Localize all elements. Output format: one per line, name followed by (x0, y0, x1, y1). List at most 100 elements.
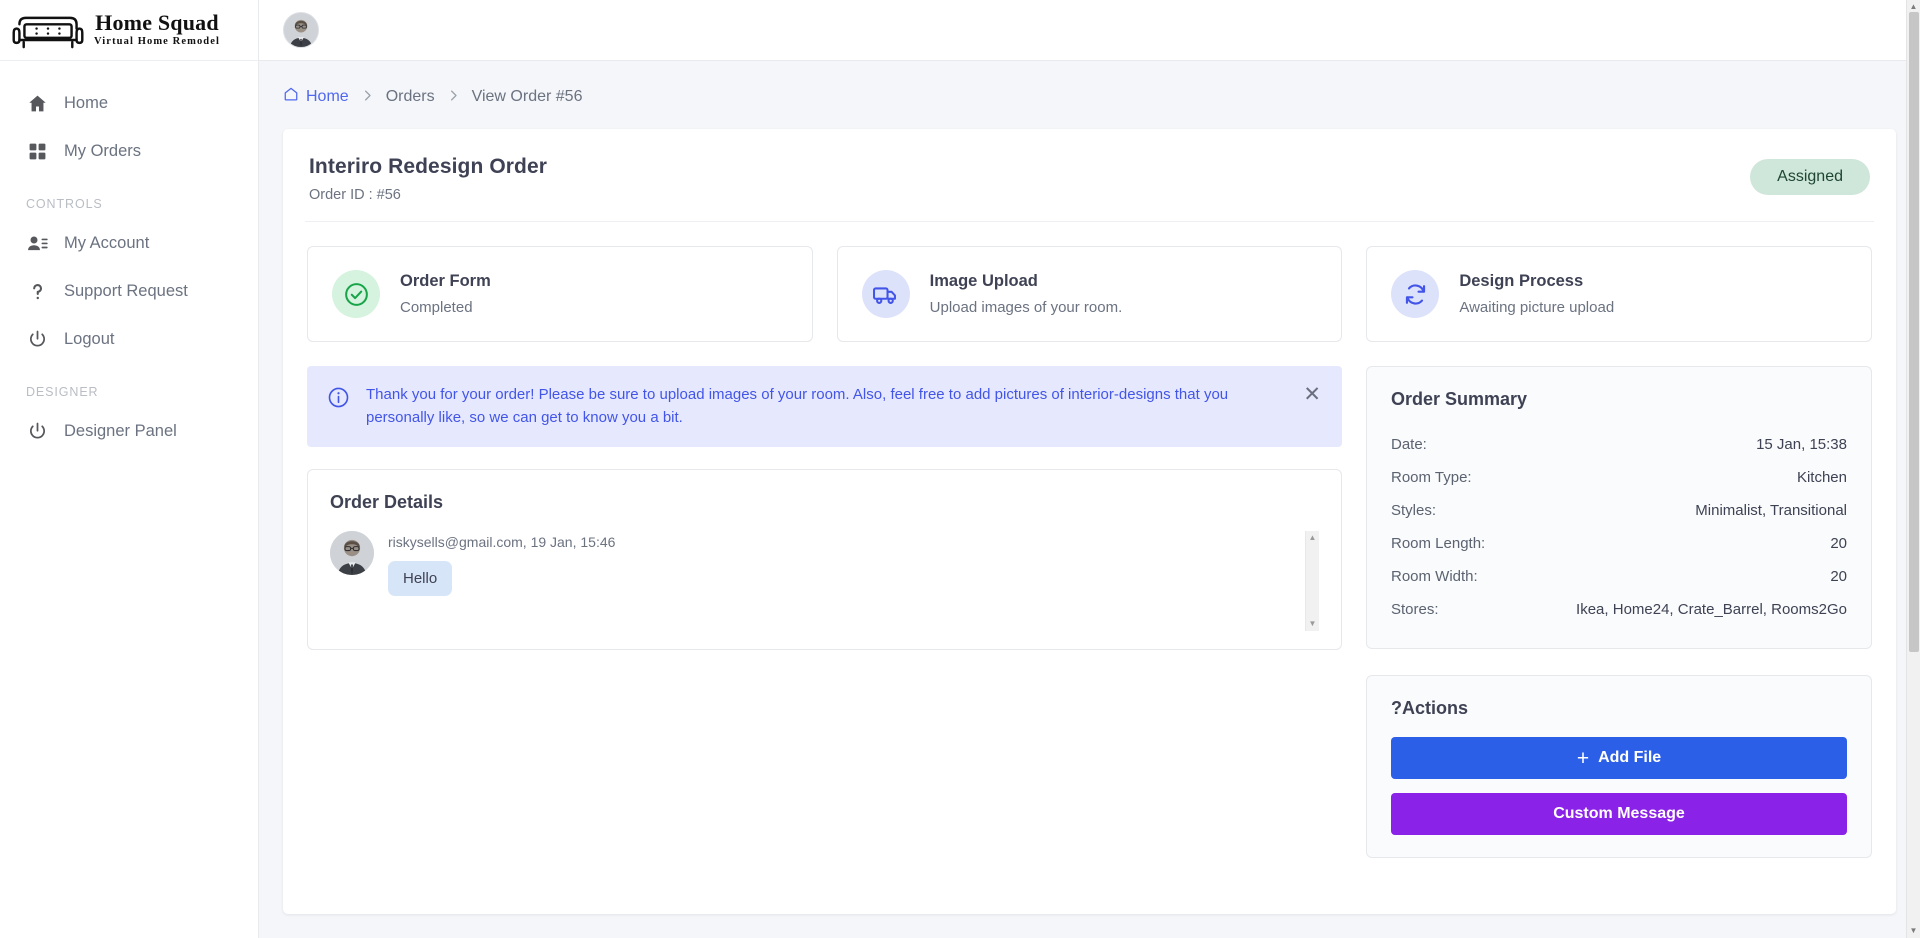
summary-row-styles: Styles: Minimalist, Transitional (1391, 494, 1847, 527)
user-list-icon (26, 232, 48, 254)
summary-key: Date: (1391, 436, 1427, 453)
brand-title: Home Squad (95, 10, 219, 36)
breadcrumb-current: View Order #56 (471, 87, 583, 105)
question-mark-icon (26, 280, 48, 302)
sidebar-section-designer: DESIGNER (26, 385, 99, 399)
summary-value: Minimalist, Transitional (1695, 502, 1847, 519)
summary-value: 15 Jan, 15:38 (1756, 436, 1847, 453)
close-icon[interactable]: ✕ (1300, 384, 1324, 405)
step-title: Order Form (400, 272, 491, 290)
actions-panel: ?Actions + Add File Custom Message (1366, 675, 1872, 858)
summary-value: 20 (1830, 535, 1847, 552)
avatar[interactable] (283, 12, 319, 48)
page-scrollbar[interactable]: ▲ ▼ (1906, 0, 1920, 938)
summary-row-room-length: Room Length: 20 (1391, 527, 1847, 560)
summary-value: Kitchen (1796, 469, 1847, 486)
step-desc: Upload images of your room. (929, 299, 1123, 316)
order-details-title: Order Details (330, 492, 444, 512)
step-title: Image Upload (929, 272, 1038, 290)
sidebar-item-my-account[interactable]: My Account (0, 219, 258, 267)
step-card-order-form[interactable]: Order Form Completed (307, 246, 813, 342)
add-file-label: Add File (1598, 749, 1662, 766)
summary-value: 20 (1830, 568, 1847, 585)
breadcrumb-orders[interactable]: Orders (386, 88, 435, 106)
message-meta: riskysells@gmail.com, 19 Jan, 15:46 (388, 534, 616, 550)
messages-scroll-region: riskysells@gmail.com, 19 Jan, 15:46 Hell… (330, 531, 1319, 631)
sidebar-item-my-orders-label: My Orders (64, 141, 142, 160)
sidebar-item-my-orders[interactable]: My Orders (0, 127, 258, 175)
grid-icon (26, 140, 48, 162)
order-steps: Order Form Completed Image Upload Upload… (305, 222, 1874, 342)
plus-icon: + (1576, 746, 1590, 770)
main-area: Home Orders View Order #56 Interiro Rede… (259, 0, 1920, 938)
add-file-button[interactable]: + Add File (1391, 737, 1847, 779)
scroll-down-arrow-icon[interactable]: ▼ (1910, 927, 1918, 935)
check-circle-icon (332, 270, 380, 318)
order-page-card: Interiro Redesign Order Order ID : #56 A… (283, 129, 1896, 914)
summary-key: Stores: (1391, 601, 1439, 618)
order-header: Interiro Redesign Order Order ID : #56 A… (305, 151, 1874, 222)
sidebar-item-designer-panel[interactable]: Designer Panel (0, 407, 258, 455)
summary-key: Room Length: (1391, 535, 1486, 552)
sidebar-item-designer-panel-label: Designer Panel (64, 421, 177, 440)
info-alert-text: Thank you for your order! Please be sure… (366, 386, 1229, 426)
sidebar-item-support-request-label: Support Request (64, 281, 188, 300)
user-avatar (330, 531, 374, 575)
message-bubble: Hello (388, 561, 453, 596)
order-left-column: Thank you for your order! Please be sure… (307, 366, 1342, 650)
sofa-icon (12, 10, 84, 50)
order-summary-panel: Order Summary Date: 15 Jan, 15:38 Room T… (1366, 366, 1872, 649)
step-card-design-process[interactable]: Design Process Awaiting picture upload (1366, 246, 1873, 342)
topbar (259, 0, 1920, 61)
home-icon (26, 92, 48, 114)
sidebar: Home Squad Virtual Home Remodel Home My … (0, 0, 259, 938)
sidebar-nav: Home My Orders CONTROLS My Account Suppo… (0, 61, 258, 455)
summary-value: Ikea, Home24, Crate_Barrel, Rooms2Go (1576, 601, 1847, 618)
avatar (330, 531, 374, 575)
order-body: Thank you for your order! Please be sure… (305, 342, 1874, 858)
sidebar-item-home[interactable]: Home (0, 79, 258, 127)
summary-row-stores: Stores: Ikea, Home24, Crate_Barrel, Room… (1391, 593, 1847, 626)
refresh-sync-icon (1391, 270, 1440, 318)
sidebar-item-support-request[interactable]: Support Request (0, 267, 258, 315)
truck-icon (861, 270, 910, 318)
summary-key: Room Type: (1391, 469, 1472, 486)
step-card-image-upload[interactable]: Image Upload Upload images of your room. (836, 246, 1343, 342)
summary-row-room-width: Room Width: 20 (1391, 560, 1847, 593)
brand-subtitle: Virtual Home Remodel (94, 36, 221, 48)
scroll-down-arrow-icon[interactable]: ▼ (1309, 620, 1317, 628)
step-desc: Awaiting picture upload (1459, 299, 1615, 316)
sidebar-section-controls: CONTROLS (26, 197, 103, 211)
message-item: riskysells@gmail.com, 19 Jan, 15:46 Hell… (330, 531, 1305, 596)
info-alert: Thank you for your order! Please be sure… (307, 366, 1342, 447)
order-details-panel: Order Details riskysells@gmail.com, 19 J… (307, 469, 1342, 650)
message-list: riskysells@gmail.com, 19 Jan, 15:46 Hell… (330, 531, 1305, 631)
chevron-right-icon (446, 88, 461, 106)
chevron-right-icon (360, 88, 375, 106)
actions-title: ?Actions (1391, 698, 1469, 718)
app-root: Home Squad Virtual Home Remodel Home My … (0, 0, 1920, 938)
summary-row-room-type: Room Type: Kitchen (1391, 461, 1847, 494)
custom-message-label: Custom Message (1553, 805, 1685, 822)
sidebar-item-logout[interactable]: Logout (0, 315, 258, 363)
breadcrumb: Home Orders View Order #56 (259, 61, 1920, 129)
status-badge: Assigned (1750, 159, 1870, 195)
order-id: Order ID : #56 (309, 187, 401, 203)
page-scroll-area: Home Orders View Order #56 Interiro Rede… (259, 61, 1920, 938)
brand-logo[interactable]: Home Squad Virtual Home Remodel (0, 0, 258, 61)
order-right-column: Order Summary Date: 15 Jan, 15:38 Room T… (1366, 366, 1872, 858)
power-icon (26, 328, 48, 350)
breadcrumb-home[interactable]: Home (283, 86, 349, 107)
scrollbar-thumb[interactable] (1909, 12, 1919, 652)
sidebar-item-logout-label: Logout (64, 329, 115, 348)
scroll-up-arrow-icon[interactable]: ▲ (1910, 3, 1918, 11)
scroll-up-arrow-icon[interactable]: ▲ (1309, 534, 1317, 542)
custom-message-button[interactable]: Custom Message (1391, 793, 1847, 835)
home-outline-icon (283, 86, 299, 107)
power-icon (26, 420, 48, 442)
step-title: Design Process (1459, 272, 1584, 290)
info-circle-icon (327, 386, 350, 414)
summary-key: Styles: (1391, 502, 1437, 519)
messages-scrollbar[interactable]: ▲ ▼ (1305, 531, 1319, 631)
step-desc: Completed (400, 299, 473, 316)
